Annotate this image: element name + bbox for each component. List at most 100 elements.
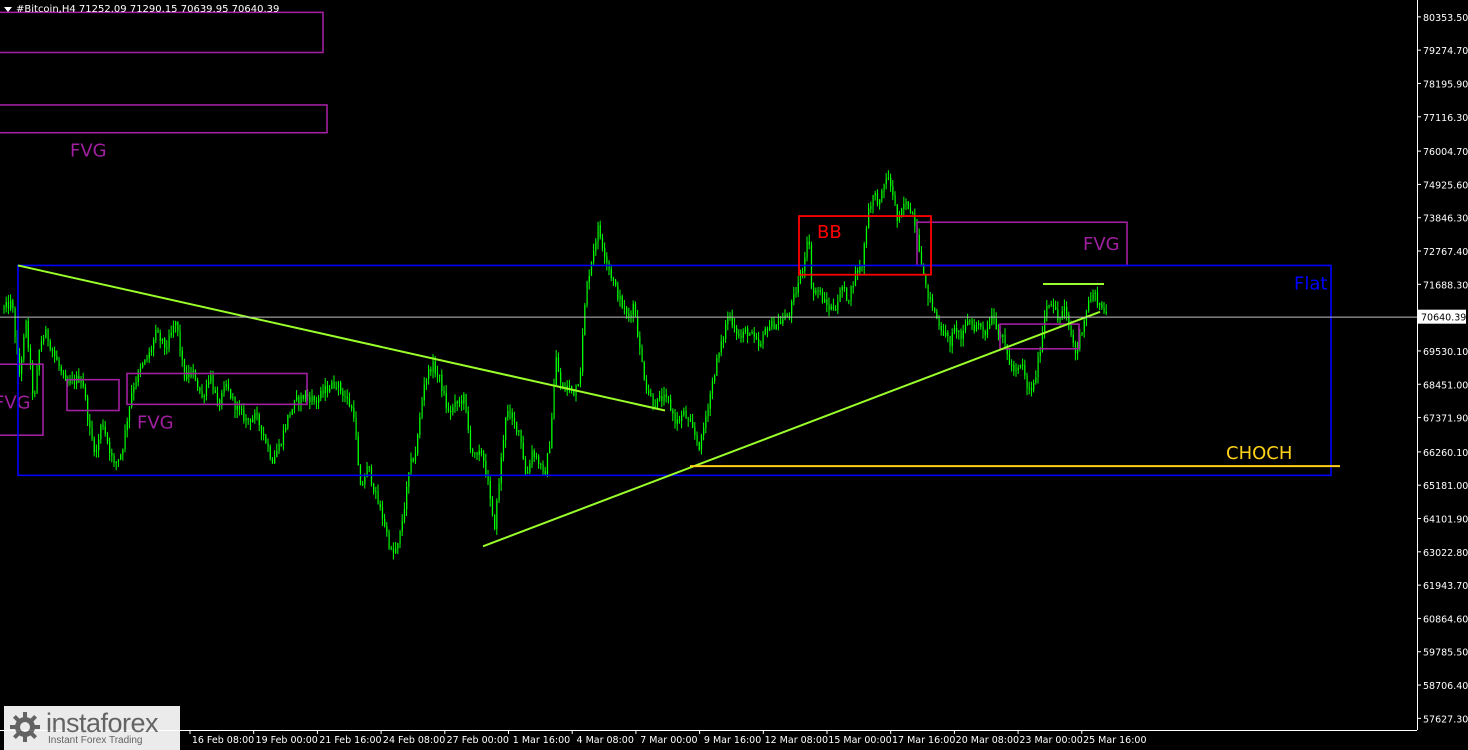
candle bbox=[643, 360, 645, 381]
candle-body bbox=[247, 418, 249, 420]
candle-body bbox=[417, 435, 419, 454]
candle-body bbox=[452, 406, 454, 413]
candle-body bbox=[38, 349, 40, 371]
candle-body bbox=[194, 370, 197, 381]
candle-body bbox=[412, 458, 414, 462]
candle-body bbox=[557, 357, 560, 372]
y-tick-label: 71688.30 bbox=[1423, 280, 1468, 291]
candle-body bbox=[826, 299, 828, 305]
fvg-label: FVG bbox=[0, 393, 31, 414]
open-value: 71252.09 bbox=[78, 4, 127, 15]
candle-body bbox=[177, 321, 179, 332]
candle-body bbox=[648, 390, 650, 394]
candle-body bbox=[208, 381, 210, 385]
candle-body bbox=[414, 453, 417, 462]
candle-body bbox=[458, 400, 461, 404]
candle-body bbox=[285, 427, 287, 431]
candle-body bbox=[997, 329, 1000, 335]
candle-body bbox=[942, 330, 945, 336]
candle-body bbox=[175, 321, 177, 326]
candle-body bbox=[791, 301, 793, 316]
candle-body bbox=[353, 408, 355, 418]
candle-body bbox=[749, 334, 751, 336]
candle-body bbox=[425, 378, 428, 385]
candle-body bbox=[410, 458, 412, 473]
candle-body bbox=[1061, 310, 1063, 318]
candle-body bbox=[520, 430, 522, 443]
candle-body bbox=[3, 307, 5, 309]
candle-body bbox=[87, 397, 89, 421]
candle-body bbox=[538, 456, 540, 465]
candle-body bbox=[584, 305, 586, 336]
candle-body bbox=[549, 448, 551, 454]
candle-body bbox=[1015, 370, 1017, 372]
candle-body bbox=[153, 339, 155, 350]
candle-body bbox=[969, 320, 971, 322]
candle-body bbox=[881, 190, 883, 200]
symbol-label: #Bitcoin,H4 bbox=[16, 4, 76, 15]
candle-body bbox=[599, 225, 601, 238]
candle-body bbox=[1059, 317, 1061, 321]
candle-body bbox=[282, 430, 285, 446]
candle bbox=[269, 444, 271, 461]
candle-body bbox=[839, 290, 841, 302]
candle-body bbox=[181, 350, 183, 360]
dropdown-triangle-icon[interactable] bbox=[4, 6, 12, 12]
candle-body bbox=[21, 359, 23, 374]
candlestick-chart[interactable]: FVG FVG FVG FVG Flat BB CHOCH 80353.50 79274.7… bbox=[0, 0, 1468, 750]
candle-body bbox=[1088, 300, 1090, 311]
candle-body bbox=[386, 526, 388, 533]
candle-body bbox=[223, 386, 225, 393]
candle-body bbox=[263, 433, 265, 436]
candle-body bbox=[62, 371, 65, 375]
candle-body bbox=[441, 374, 443, 392]
candle-body bbox=[806, 241, 808, 258]
candle-body bbox=[720, 341, 722, 353]
candle-body bbox=[133, 387, 135, 393]
candle-body bbox=[126, 421, 128, 431]
x-tick-label: 16 Feb 08:00 bbox=[192, 735, 254, 746]
candle bbox=[287, 414, 289, 430]
candle-body bbox=[643, 362, 645, 380]
candle-body bbox=[1103, 308, 1105, 312]
candle-body bbox=[817, 290, 819, 292]
candle-body bbox=[379, 503, 381, 508]
candle-body bbox=[588, 275, 590, 283]
candle-body bbox=[454, 401, 456, 407]
candle-body bbox=[318, 398, 320, 403]
candle bbox=[417, 433, 419, 456]
candle-body bbox=[496, 500, 498, 530]
candle bbox=[388, 529, 390, 551]
candle-body bbox=[10, 300, 12, 309]
candle-body bbox=[324, 385, 326, 394]
candle-body bbox=[216, 392, 219, 401]
candle bbox=[582, 328, 584, 377]
candle-body bbox=[478, 450, 480, 455]
low-value: 70639.95 bbox=[180, 4, 229, 15]
candle-body bbox=[1052, 304, 1055, 307]
candle-body bbox=[531, 450, 533, 464]
candle-body bbox=[995, 318, 997, 330]
candle-body bbox=[780, 321, 782, 324]
candle-body bbox=[1096, 292, 1099, 306]
candle-body bbox=[1099, 303, 1101, 306]
candle-body bbox=[1094, 292, 1096, 294]
candle-body bbox=[401, 521, 403, 532]
candle-body bbox=[245, 418, 247, 421]
candle-body bbox=[199, 387, 201, 392]
candle-body bbox=[843, 287, 846, 289]
candle-body bbox=[95, 450, 98, 453]
choch-label: CHOCH bbox=[1226, 443, 1292, 464]
candle-body bbox=[711, 380, 714, 394]
candle-body bbox=[751, 332, 753, 335]
candle-body bbox=[23, 336, 25, 360]
candle-body bbox=[232, 397, 234, 399]
candle-body bbox=[927, 284, 929, 299]
candle-body bbox=[355, 417, 357, 437]
candle-body bbox=[951, 332, 953, 347]
candle-body bbox=[696, 435, 698, 442]
candle-body bbox=[626, 307, 628, 314]
candle-body bbox=[755, 336, 758, 340]
candle-body bbox=[348, 398, 351, 407]
candle-body bbox=[69, 380, 71, 384]
